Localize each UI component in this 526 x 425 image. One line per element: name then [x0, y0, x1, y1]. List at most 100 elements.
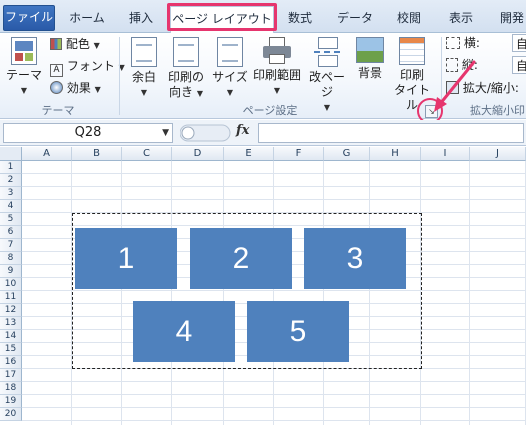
scale-group-label: 拡大縮小印 [470, 104, 525, 117]
tab-formulas[interactable]: 数式 [280, 6, 320, 33]
shape-5[interactable]: 5 [247, 301, 349, 362]
row-header-16[interactable]: 16 [0, 356, 22, 369]
gridline [22, 381, 526, 382]
orientation-label-2: 向き [169, 85, 194, 99]
gridline [22, 420, 526, 421]
orientation-icon [173, 37, 199, 67]
scale-width-select[interactable]: 自 [512, 34, 526, 52]
shape-2[interactable]: 2 [190, 228, 292, 289]
scale-percent-row: 拡大/縮小: [446, 79, 519, 97]
row-header-1[interactable]: 1 [0, 161, 22, 174]
tab-home[interactable]: ホーム [62, 6, 112, 33]
fonts-label: フォント [66, 59, 115, 73]
themes-button[interactable]: テーマ ▼ [4, 33, 44, 98]
row-header-9[interactable]: 9 [0, 265, 22, 278]
worksheet-grid[interactable]: ABCDEFGHIJ 1 2 3 4 5 6 7 8 9 10 11 12 13 14 15 16 17 18 19… [0, 147, 526, 425]
row-header-8[interactable]: 8 [0, 252, 22, 265]
print-area-label: 印刷範囲 [252, 68, 301, 82]
chevron-down-icon: ▼ [94, 85, 101, 94]
shape-3[interactable]: 3 [304, 228, 406, 289]
print-area-button[interactable]: 印刷範囲 ▼ [252, 33, 302, 98]
row-header-2[interactable]: 2 [0, 174, 22, 187]
column-header-e[interactable]: E [224, 147, 274, 161]
page-layout-highlight [167, 3, 277, 31]
gridline [469, 161, 470, 425]
row-header-17[interactable]: 17 [0, 369, 22, 382]
chevron-down-icon: ▼ [140, 88, 148, 97]
row-header-20[interactable]: 20 [0, 408, 22, 421]
effects-button[interactable]: 効果 ▼ [50, 79, 101, 97]
chevron-down-icon: ▼ [323, 103, 331, 112]
background-image-icon [356, 37, 384, 63]
scale-percent-label[interactable]: 拡大/縮小: [463, 81, 519, 95]
row-header-11[interactable]: 11 [0, 291, 22, 304]
insert-function-icon[interactable]: fx [236, 123, 249, 138]
scale-height-select[interactable]: 自 [512, 56, 526, 74]
tab-data[interactable]: データ [330, 6, 380, 33]
row-header-12[interactable]: 12 [0, 304, 22, 317]
scale-height-label: 縦: [461, 58, 478, 72]
tab-file[interactable]: ファイル [3, 5, 55, 31]
row-header-15[interactable]: 15 [0, 343, 22, 356]
margins-icon [131, 37, 157, 67]
background-label: 背景 [357, 66, 382, 80]
column-header-f[interactable]: F [274, 147, 324, 161]
row-header-18[interactable]: 18 [0, 382, 22, 395]
row-header-13[interactable]: 13 [0, 317, 22, 330]
scale-width-icon [446, 37, 460, 49]
select-all-corner[interactable] [0, 147, 22, 161]
shape-4[interactable]: 4 [133, 301, 235, 362]
page-setup-group-label: ページ設定 [242, 104, 298, 117]
row-header-10[interactable]: 10 [0, 278, 22, 291]
column-header-i[interactable]: I [421, 147, 470, 161]
row-header-3[interactable]: 3 [0, 187, 22, 200]
row-header-5[interactable]: 5 [0, 213, 22, 226]
gridline [22, 199, 526, 200]
breaks-button[interactable]: 改ページ ▼ [304, 33, 350, 115]
fonts-button[interactable]: A フォント ▼ [50, 57, 125, 77]
formula-input[interactable] [258, 123, 524, 143]
margins-button[interactable]: 余白 ▼ [126, 33, 162, 100]
tab-developer[interactable]: 開発 [492, 6, 526, 33]
group-separator [441, 37, 442, 115]
tab-review[interactable]: 校閲 [388, 6, 430, 33]
printer-icon [263, 37, 291, 65]
row-header-4[interactable]: 4 [0, 200, 22, 213]
colors-button[interactable]: 配色 ▼ [50, 35, 100, 53]
size-label: サイズ [212, 70, 248, 84]
scale-height-icon [446, 58, 458, 72]
page-break-icon [314, 37, 340, 67]
chevron-down-icon: ▼ [273, 86, 281, 95]
shape-1[interactable]: 1 [75, 228, 177, 289]
column-header-j[interactable]: J [470, 147, 526, 161]
effects-label: 効果 [66, 81, 91, 95]
tab-insert[interactable]: 挿入 [118, 6, 164, 33]
chevron-down-icon: ▼ [20, 86, 28, 95]
scale-width-label: 横: [463, 36, 480, 50]
chevron-down-icon[interactable]: ▼ [162, 124, 169, 142]
row-header-19[interactable]: 19 [0, 395, 22, 408]
name-box[interactable]: Q28 ▼ [3, 123, 173, 143]
themes-group-label: テーマ [41, 104, 75, 117]
row-header-7[interactable]: 7 [0, 239, 22, 252]
gridline [22, 407, 526, 408]
column-header-a[interactable]: A [22, 147, 72, 161]
chevron-down-icon: ▼ [196, 89, 203, 98]
tab-view[interactable]: 表示 [440, 6, 482, 33]
orientation-label-1: 印刷の [167, 70, 204, 84]
row-header-14[interactable]: 14 [0, 330, 22, 343]
row-header-6[interactable]: 6 [0, 226, 22, 239]
background-button[interactable]: 背景 [352, 33, 388, 81]
margins-label: 余白 [131, 70, 156, 84]
print-titles-icon [399, 37, 425, 65]
column-header-c[interactable]: C [122, 147, 172, 161]
font-icon: A [50, 64, 63, 77]
column-header-g[interactable]: G [324, 147, 370, 161]
column-header-b[interactable]: B [72, 147, 122, 161]
column-header-d[interactable]: D [172, 147, 224, 161]
orientation-button[interactable]: 印刷の 向き ▼ [164, 33, 208, 101]
size-button[interactable]: サイズ ▼ [210, 33, 250, 100]
column-header-h[interactable]: H [370, 147, 421, 161]
breaks-label: 改ページ [308, 70, 345, 99]
scale-width-row: 横: [446, 34, 480, 52]
